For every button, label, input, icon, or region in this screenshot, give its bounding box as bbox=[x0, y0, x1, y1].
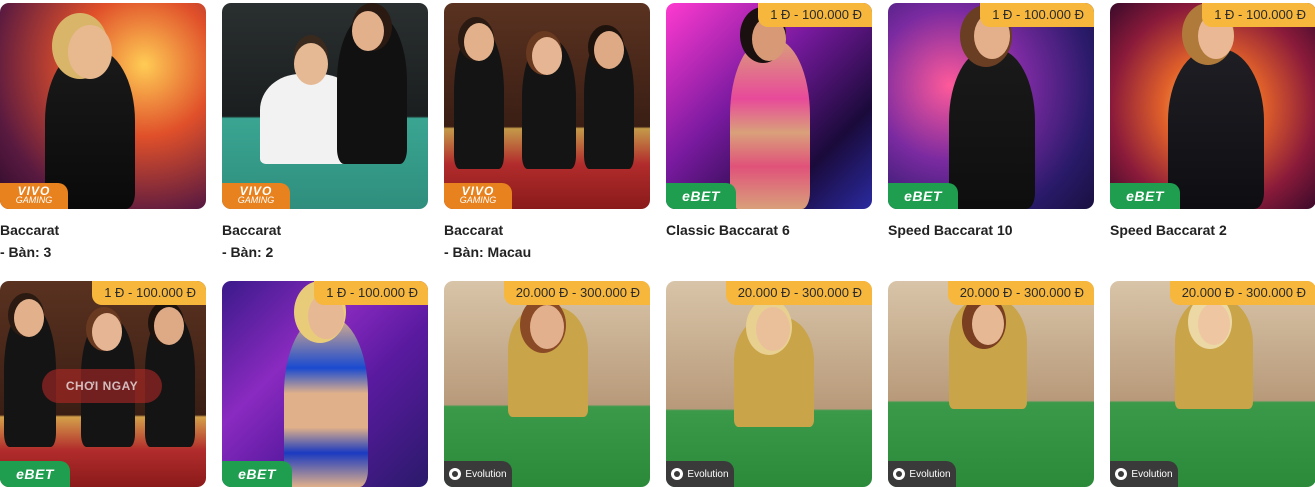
game-title[interactable]: Speed Baccarat 2 bbox=[1110, 221, 1315, 239]
dealer-head bbox=[972, 303, 1004, 345]
game-thumbnail[interactable]: 20.000 Đ - 300.000 Đ Evolution bbox=[444, 281, 650, 487]
dealer-figure bbox=[949, 49, 1035, 209]
evolution-logo-icon bbox=[671, 468, 684, 480]
game-card[interactable]: 1 Đ - 100.000 Đ eBET bbox=[222, 281, 428, 487]
dealer-head bbox=[352, 11, 384, 51]
bet-range-badge: 20.000 Đ - 300.000 Đ bbox=[503, 281, 650, 305]
game-title[interactable]: Baccarat bbox=[444, 221, 650, 239]
game-subtitle: - Bàn: 2 bbox=[222, 244, 274, 260]
dealer-head bbox=[14, 299, 44, 337]
provider-evolution-label: Evolution bbox=[687, 468, 729, 480]
game-thumbnail[interactable]: 20.000 Đ - 300.000 Đ Evolution bbox=[1110, 281, 1315, 487]
provider-badge-ebet: eBET bbox=[0, 461, 70, 487]
bet-range-badge: 1 Đ - 100.000 Đ bbox=[1202, 3, 1315, 27]
bet-range-badge: 20.000 Đ - 300.000 Đ bbox=[725, 281, 872, 305]
game-title[interactable]: Baccarat bbox=[222, 221, 428, 239]
bet-range-badge: 1 Đ - 100.000 Đ bbox=[980, 3, 1094, 27]
game-card[interactable]: 1 Đ - 100.000 Đ eBET Classic Baccarat 6 bbox=[666, 3, 872, 239]
dealer-head bbox=[594, 31, 624, 69]
bet-range-badge: 1 Đ - 100.000 Đ bbox=[758, 3, 872, 27]
dealer-head bbox=[756, 307, 790, 351]
game-grid: VIVO GAMING Baccarat - Bàn: 3 VIVO GAMIN… bbox=[0, 0, 1315, 487]
bet-range-badge: 20.000 Đ - 300.000 Đ bbox=[947, 281, 1094, 305]
game-title[interactable]: Baccarat bbox=[0, 221, 206, 239]
game-card[interactable]: 20.000 Đ - 300.000 Đ Evolution bbox=[666, 281, 872, 487]
provider-vivo-line2: GAMING bbox=[459, 195, 497, 205]
provider-badge-evolution: Evolution bbox=[1110, 461, 1178, 487]
game-card[interactable]: 20.000 Đ - 300.000 Đ Evolution bbox=[888, 281, 1094, 487]
provider-evolution-label: Evolution bbox=[465, 468, 507, 480]
game-thumbnail[interactable]: 1 Đ - 100.000 Đ eBET bbox=[888, 3, 1094, 209]
game-title[interactable]: Classic Baccarat 6 bbox=[666, 221, 872, 239]
game-thumbnail[interactable]: 20.000 Đ - 300.000 Đ Evolution bbox=[666, 281, 872, 487]
game-thumbnail[interactable]: 1 Đ - 100.000 Đ eBET bbox=[1110, 3, 1315, 209]
dealer-head bbox=[1198, 303, 1230, 345]
provider-badge-ebet: eBET bbox=[1110, 183, 1180, 209]
dealer-head bbox=[530, 305, 564, 349]
dealer-head bbox=[532, 37, 562, 75]
provider-badge-vivo: VIVO GAMING bbox=[222, 183, 290, 209]
game-card[interactable]: 1 Đ - 100.000 Đ eBET Speed Baccarat 10 bbox=[888, 3, 1094, 239]
game-title[interactable]: Speed Baccarat 10 bbox=[888, 221, 1094, 239]
game-card[interactable]: VIVO GAMING Baccarat - Bàn: 2 bbox=[222, 3, 428, 263]
dealer-head bbox=[92, 313, 122, 351]
game-thumbnail[interactable]: 1 Đ - 100.000 Đ eBET bbox=[222, 281, 428, 487]
provider-vivo-line2: GAMING bbox=[15, 195, 53, 205]
dealer-figure bbox=[730, 39, 810, 209]
game-thumbnail[interactable]: CHƠI NGAY 1 Đ - 100.000 Đ eBET bbox=[0, 281, 206, 487]
game-subtitle: - Bàn: Macau bbox=[444, 244, 532, 260]
dealer-head bbox=[68, 25, 112, 79]
dealer-figure bbox=[284, 317, 368, 487]
dealer-head bbox=[464, 23, 494, 61]
provider-evolution-label: Evolution bbox=[1131, 468, 1173, 480]
bet-range-badge: 1 Đ - 100.000 Đ bbox=[314, 281, 428, 305]
game-subtitle: - Bàn: 3 bbox=[0, 244, 52, 260]
provider-badge-vivo: VIVO GAMING bbox=[444, 183, 512, 209]
game-card[interactable]: 20.000 Đ - 300.000 Đ Evolution bbox=[444, 281, 650, 487]
provider-badge-ebet: eBET bbox=[666, 183, 736, 209]
provider-badge-evolution: Evolution bbox=[444, 461, 512, 487]
game-card[interactable]: CHƠI NGAY 1 Đ - 100.000 Đ eBET bbox=[0, 281, 206, 487]
dealer-head bbox=[154, 307, 184, 345]
game-thumbnail[interactable]: VIVO GAMING bbox=[444, 3, 650, 209]
provider-badge-vivo: VIVO GAMING bbox=[0, 183, 68, 209]
provider-badge-ebet: eBET bbox=[888, 183, 958, 209]
dealer-head bbox=[294, 43, 328, 85]
evolution-logo-icon bbox=[1115, 468, 1128, 480]
game-thumbnail[interactable]: 1 Đ - 100.000 Đ eBET bbox=[666, 3, 872, 209]
game-thumbnail[interactable]: 20.000 Đ - 300.000 Đ Evolution bbox=[888, 281, 1094, 487]
evolution-logo-icon bbox=[449, 468, 462, 480]
play-now-button[interactable]: CHƠI NGAY bbox=[42, 369, 162, 403]
evolution-logo-icon bbox=[893, 468, 906, 480]
game-card[interactable]: 1 Đ - 100.000 Đ eBET Speed Baccarat 2 bbox=[1110, 3, 1315, 239]
provider-badge-evolution: Evolution bbox=[888, 461, 956, 487]
provider-badge-evolution: Evolution bbox=[666, 461, 734, 487]
game-thumbnail[interactable]: VIVO GAMING bbox=[222, 3, 428, 209]
provider-evolution-label: Evolution bbox=[909, 468, 951, 480]
dealer-figure bbox=[1168, 49, 1264, 209]
bet-range-badge: 1 Đ - 100.000 Đ bbox=[92, 281, 206, 305]
provider-vivo-line2: GAMING bbox=[237, 195, 275, 205]
game-card[interactable]: VIVO GAMING Baccarat - Bàn: 3 bbox=[0, 3, 206, 263]
game-thumbnail[interactable]: VIVO GAMING bbox=[0, 3, 206, 209]
provider-badge-ebet: eBET bbox=[222, 461, 292, 487]
game-card[interactable]: 20.000 Đ - 300.000 Đ Evolution bbox=[1110, 281, 1315, 487]
game-card[interactable]: VIVO GAMING Baccarat - Bàn: Macau bbox=[444, 3, 650, 263]
bet-range-badge: 20.000 Đ - 300.000 Đ bbox=[1169, 281, 1315, 305]
